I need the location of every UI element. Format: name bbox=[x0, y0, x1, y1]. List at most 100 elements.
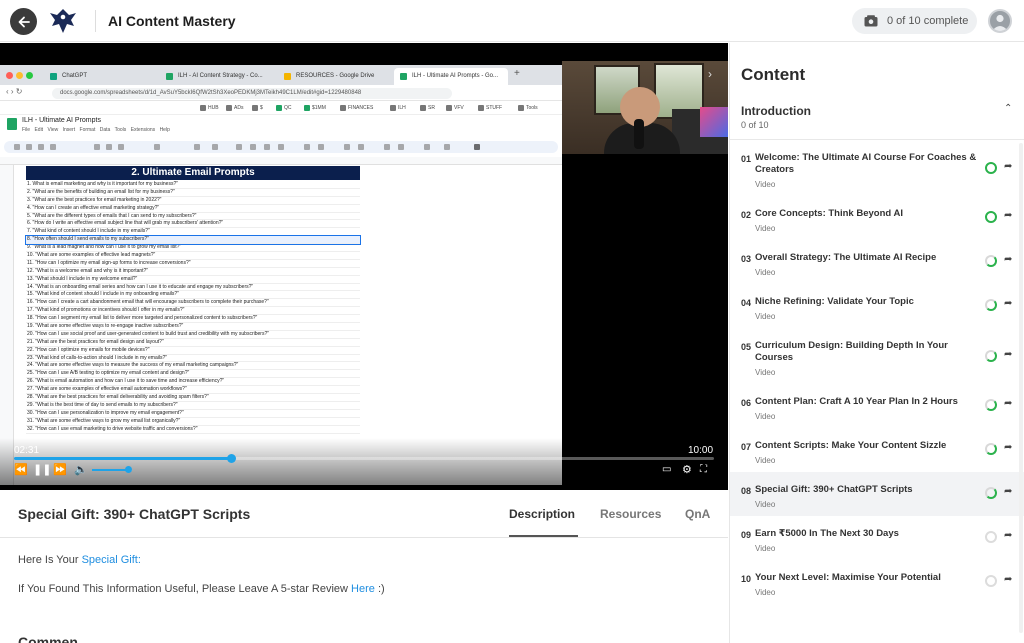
seek-handle[interactable] bbox=[227, 454, 236, 463]
prompt-row: 14. "What is an onboarding email series … bbox=[26, 284, 360, 292]
prompt-row: 5. "What are the different types of emai… bbox=[26, 213, 360, 221]
lesson-number: 03 bbox=[741, 254, 752, 264]
tab-description[interactable]: Description bbox=[509, 507, 575, 521]
prompt-row: 16. "How can I create a cart abandonment… bbox=[26, 299, 360, 308]
lesson-type: Video bbox=[755, 180, 776, 189]
spreadsheet-grid: 2. Ultimate Email Prompts 1. What is ema… bbox=[0, 157, 562, 485]
volume-slider[interactable] bbox=[92, 466, 132, 473]
sheets-toolbar bbox=[4, 141, 558, 153]
tab-resources[interactable]: Resources bbox=[600, 507, 661, 521]
video-player[interactable]: ChatGPT ILH - AI Content Strategy - Co..… bbox=[0, 43, 728, 490]
lesson-item-09[interactable]: 09 Earn ₹5000 In The Next 30 Days Video ➦ bbox=[730, 516, 1024, 560]
prompt-row: 1. What is email marketing and why is it… bbox=[26, 181, 360, 189]
browser-tab: ChatGPT bbox=[44, 68, 154, 85]
lesson-item-03[interactable]: 03 Overall Strategy: The Ultimate AI Reci… bbox=[730, 240, 1024, 284]
in-progress-status-icon bbox=[985, 255, 997, 267]
chatgpt-favicon bbox=[50, 73, 57, 80]
back-button[interactable] bbox=[10, 8, 37, 35]
prompt-row: 17. "What kind of promotions or incentiv… bbox=[26, 307, 360, 316]
content-sidebar: Content Introduction 0 of 10 ⌃ 01 Welcome… bbox=[729, 43, 1024, 643]
sidebar-scrollbar[interactable] bbox=[1019, 143, 1023, 633]
in-progress-status-icon bbox=[985, 299, 997, 311]
browser-tab-active: ILH - Ultimate AI Prompts - Go... bbox=[394, 68, 508, 85]
lesson-item-01[interactable]: 01 Welcome: The Ultimate AI Course For Co… bbox=[730, 140, 1024, 196]
share-icon[interactable]: ➦ bbox=[1004, 486, 1012, 497]
prompt-row: 32. "How can I use email marketing to dr… bbox=[26, 426, 360, 434]
share-icon[interactable]: ➦ bbox=[1004, 530, 1012, 541]
bookmark: HUB bbox=[200, 105, 219, 111]
lesson-item-05[interactable]: 05 Curriculum Design: Building Depth In Y… bbox=[730, 328, 1024, 384]
lesson-item-04[interactable]: 04 Niche Refining: Validate Your Topic Vid… bbox=[730, 284, 1024, 328]
lesson-type: Video bbox=[755, 368, 776, 377]
tab-qna[interactable]: QnA bbox=[685, 507, 710, 521]
in-progress-status-icon bbox=[985, 443, 997, 455]
section-count: 0 of 10 bbox=[741, 120, 769, 130]
share-icon[interactable]: ➦ bbox=[1004, 442, 1012, 453]
prompt-row: 23. "What kind of calls-to-action should… bbox=[26, 355, 360, 363]
lesson-item-02[interactable]: 02 Core Concepts: Think Beyond AI Video ➦ bbox=[730, 196, 1024, 240]
lesson-number: 06 bbox=[741, 398, 752, 408]
sidebar-title: Content bbox=[741, 65, 806, 84]
lesson-title: Overall Strategy: The Ultimate AI Recipe bbox=[755, 252, 937, 263]
volume-icon[interactable]: 🔈 bbox=[74, 464, 88, 476]
share-icon[interactable]: ➦ bbox=[1004, 254, 1012, 265]
rewind-icon[interactable]: ⏪ bbox=[14, 464, 28, 476]
user-icon bbox=[992, 14, 1008, 31]
completed-status-icon bbox=[985, 162, 997, 174]
settings-gear-icon[interactable]: ⚙ bbox=[682, 464, 692, 476]
header-divider bbox=[95, 10, 96, 32]
share-icon[interactable]: ➦ bbox=[1004, 349, 1012, 360]
screen-recording: ChatGPT ILH - AI Content Strategy - Co..… bbox=[0, 65, 562, 485]
share-icon[interactable]: ➦ bbox=[1004, 298, 1012, 309]
player-controls-gradient bbox=[0, 438, 728, 490]
lesson-title: Your Next Level: Maximise Your Potential bbox=[755, 572, 941, 583]
course-progress-pill[interactable]: 0 of 10 complete bbox=[852, 8, 977, 34]
lesson-title: Earn ₹5000 In The Next 30 Days bbox=[755, 528, 899, 539]
sheets-logo-icon bbox=[7, 118, 17, 130]
lesson-title: Core Concepts: Think Beyond AI bbox=[755, 208, 903, 219]
lesson-title: Niche Refining: Validate Your Topic bbox=[755, 296, 914, 307]
comments-heading: Comments bbox=[18, 634, 78, 643]
prompt-row: 9. "What is a lead magnet and how can I … bbox=[26, 244, 360, 253]
description-line-1: Here Is Your Special Gift: bbox=[18, 554, 141, 566]
chevron-up-icon[interactable]: ⌃ bbox=[1004, 103, 1012, 114]
user-avatar[interactable] bbox=[988, 9, 1012, 33]
lesson-title: Content Plan: Craft A 10 Year Plan In 2 … bbox=[755, 396, 958, 407]
fullscreen-icon[interactable]: ⛶ bbox=[700, 464, 707, 476]
share-icon[interactable]: ➦ bbox=[1004, 210, 1012, 221]
lesson-number: 08 bbox=[741, 486, 752, 496]
lesson-type: Video bbox=[755, 544, 776, 553]
microphone bbox=[634, 119, 644, 149]
review-here-link[interactable]: Here bbox=[351, 583, 375, 595]
section-title[interactable]: Introduction bbox=[741, 104, 811, 118]
in-progress-status-icon bbox=[985, 399, 997, 411]
special-gift-link[interactable]: Special Gift: bbox=[82, 554, 141, 566]
lesson-title: Content Scripts: Make Your Content Sizzl… bbox=[755, 440, 947, 451]
row-header bbox=[0, 165, 14, 485]
column-header bbox=[0, 157, 562, 165]
lesson-item-07[interactable]: 07 Content Scripts: Make Your Content Siz… bbox=[730, 428, 1024, 472]
pause-icon[interactable]: ❚❚ bbox=[33, 464, 51, 476]
volume-handle[interactable] bbox=[125, 466, 132, 473]
close-dot bbox=[6, 72, 13, 79]
lesson-number: 01 bbox=[741, 154, 752, 164]
share-icon[interactable]: ➦ bbox=[1004, 161, 1012, 172]
active-tab-indicator bbox=[509, 535, 578, 537]
sheets-header: ILH - Ultimate AI Prompts File Edit View… bbox=[0, 115, 562, 141]
prompt-row: 13. "What should I include in my welcome… bbox=[26, 276, 360, 284]
share-icon[interactable]: ➦ bbox=[1004, 574, 1012, 585]
lesson-item-08[interactable]: 08 Special Gift: 390+ ChatGPT Scripts Vide… bbox=[730, 472, 1024, 516]
picture-in-picture-icon[interactable]: ▭ bbox=[662, 464, 671, 476]
seek-bar[interactable] bbox=[14, 454, 714, 463]
share-icon[interactable]: ➦ bbox=[1004, 398, 1012, 409]
prompt-row: 31. "What are some effective ways to gro… bbox=[26, 418, 360, 426]
prompt-row: 27. "What are some examples of effective… bbox=[26, 386, 360, 395]
lesson-item-06[interactable]: 06 Content Plan: Craft A 10 Year Plan In … bbox=[730, 384, 1024, 428]
next-lesson-chevron-icon[interactable]: › bbox=[708, 67, 724, 83]
arrow-left-icon bbox=[18, 16, 30, 27]
lesson-item-10[interactable]: 10 Your Next Level: Maximise Your Potenti… bbox=[730, 560, 1024, 604]
forward-icon[interactable]: ⏩ bbox=[53, 464, 67, 476]
not-started-status-icon bbox=[985, 575, 997, 587]
current-time: 02:31 bbox=[14, 445, 40, 456]
browser-url-bar: ‹ › ↻ docs.google.com/spreadsheets/d/1d_… bbox=[0, 85, 562, 101]
